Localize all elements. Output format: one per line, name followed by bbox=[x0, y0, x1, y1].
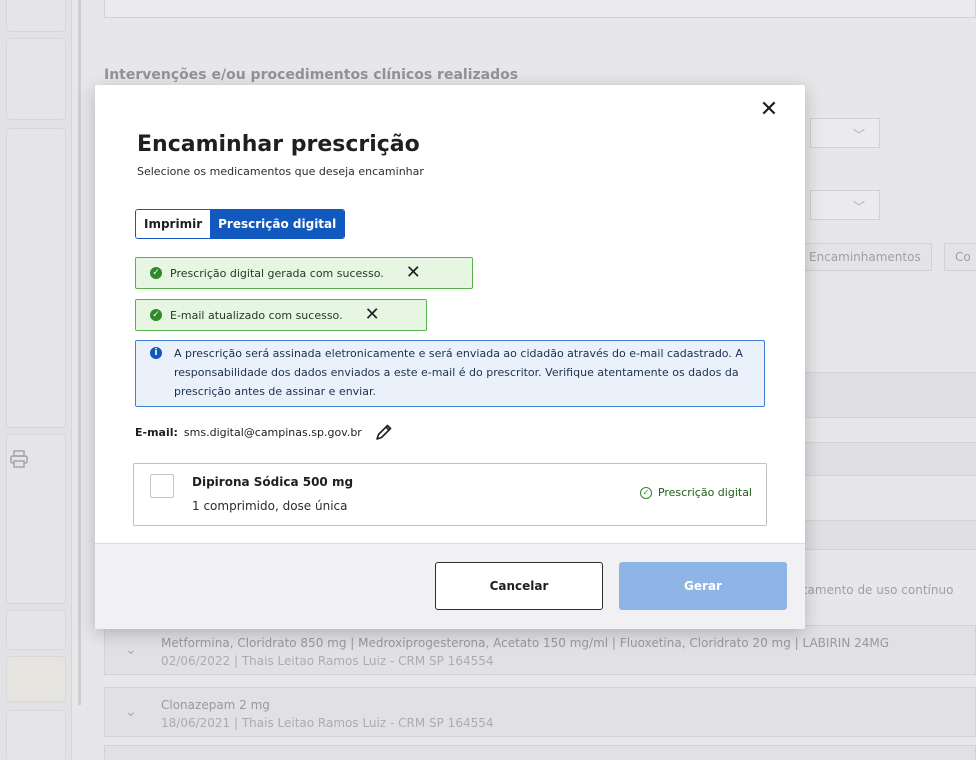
prescription-modal: ✕ Encaminhar prescrição Selecione os med… bbox=[95, 85, 805, 629]
email-value: sms.digital@campinas.sp.gov.br bbox=[183, 425, 362, 439]
close-icon[interactable]: ✕ bbox=[406, 264, 421, 282]
alert-message: Prescrição digital gerada com sucesso. bbox=[170, 266, 384, 280]
pencil-icon[interactable] bbox=[374, 422, 394, 442]
cancel-button[interactable]: Cancelar bbox=[435, 562, 603, 610]
modal-subtitle: Selecione os medicamentos que deseja enc… bbox=[137, 165, 424, 178]
check-circle-icon: ✓ bbox=[639, 486, 652, 499]
alert-message: E-mail atualizado com sucesso. bbox=[170, 308, 343, 322]
close-icon[interactable]: ✕ bbox=[365, 306, 380, 324]
success-alert-prescription: ✓ Prescrição digital gerada com sucesso.… bbox=[135, 257, 473, 289]
modal-title: Encaminhar prescrição bbox=[137, 132, 420, 157]
toggle-print[interactable]: Imprimir bbox=[136, 210, 211, 238]
medication-status-label: Prescrição digital bbox=[657, 486, 752, 499]
medication-checkbox[interactable] bbox=[150, 474, 174, 498]
check-circle-icon: ✓ bbox=[150, 267, 162, 279]
success-alert-email: ✓ E-mail atualizado com sucesso. ✕ bbox=[135, 299, 427, 331]
check-circle-icon: ✓ bbox=[150, 309, 162, 321]
info-icon: i bbox=[150, 347, 162, 359]
toggle-digital-prescription[interactable]: Prescrição digital bbox=[210, 210, 345, 238]
email-label: E-mail: bbox=[135, 425, 178, 439]
modal-footer: Cancelar Gerar bbox=[95, 543, 805, 629]
generate-button[interactable]: Gerar bbox=[619, 562, 787, 610]
close-icon[interactable]: ✕ bbox=[757, 99, 781, 123]
medication-item: Dipirona Sódica 500 mg 1 comprimido, dos… bbox=[133, 463, 767, 526]
medication-status: ✓ Prescrição digital bbox=[639, 486, 752, 499]
mode-toggle: Imprimir Prescrição digital bbox=[135, 209, 346, 239]
info-alert: i A prescrição será assinada eletronicam… bbox=[135, 340, 765, 407]
info-alert-message: A prescrição será assinada eletronicamen… bbox=[174, 347, 743, 398]
email-row: E-mail: sms.digital@campinas.sp.gov.br bbox=[135, 422, 394, 442]
medication-dose: 1 comprimido, dose única bbox=[192, 499, 348, 513]
medication-name: Dipirona Sódica 500 mg bbox=[192, 475, 354, 489]
